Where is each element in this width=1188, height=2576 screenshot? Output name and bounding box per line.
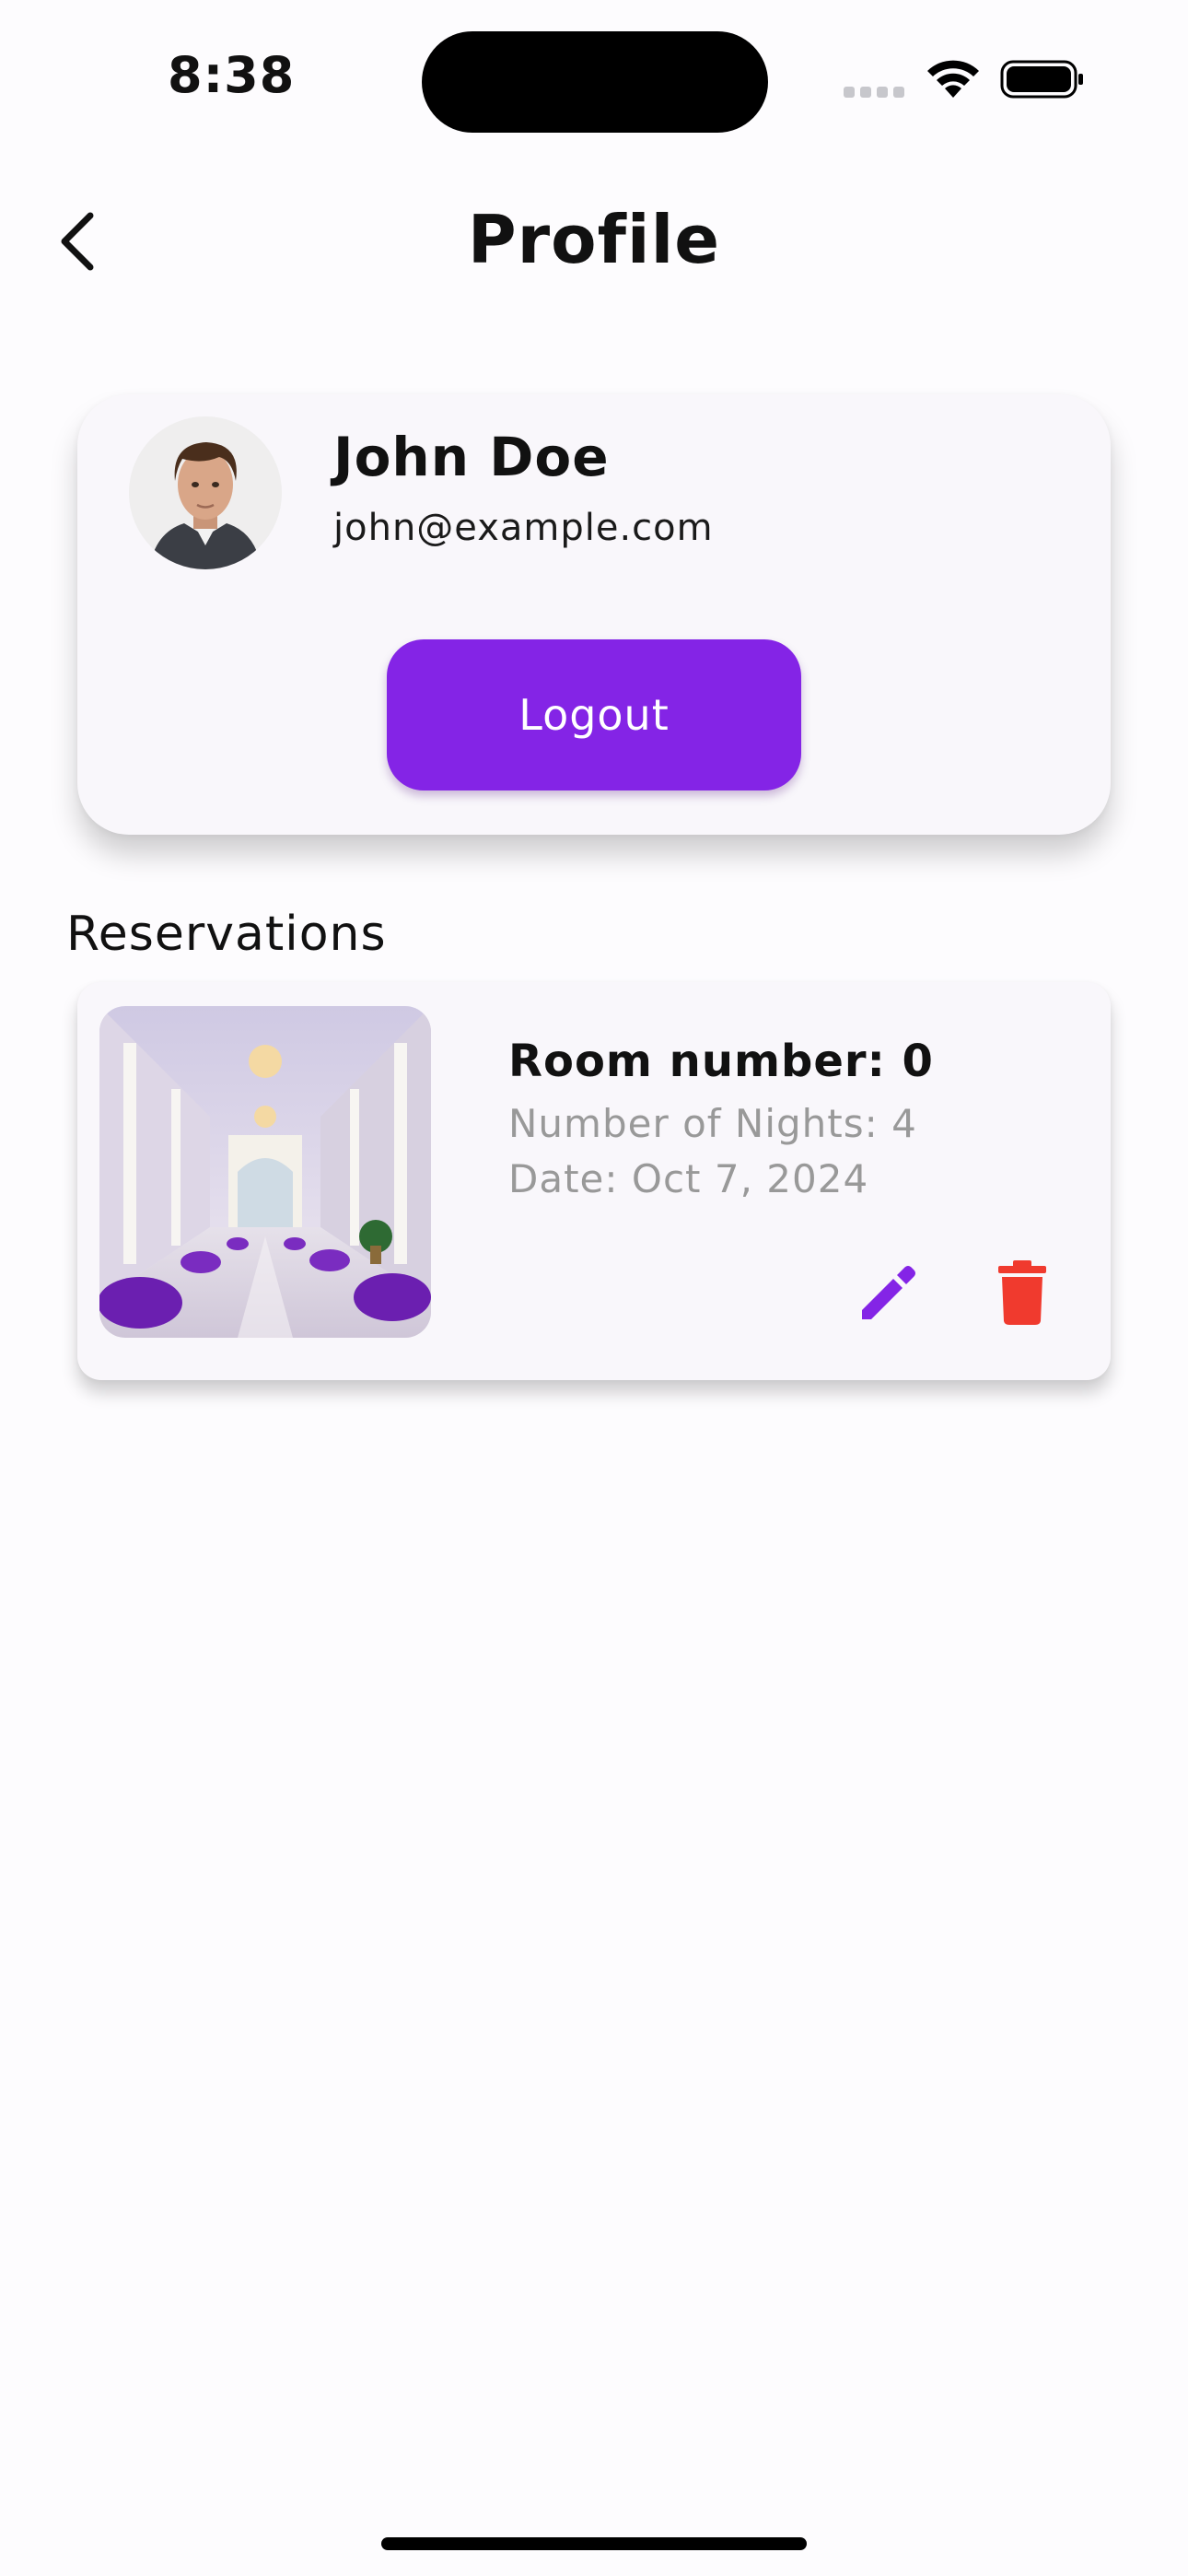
hotel-lobby-image xyxy=(99,1006,431,1338)
room-number: Room number: 0 xyxy=(508,1036,934,1087)
cellular-signal-icon xyxy=(844,79,908,98)
wifi-icon xyxy=(927,60,979,98)
user-name: John Doe xyxy=(333,426,610,488)
pencil-icon[interactable] xyxy=(855,1259,921,1325)
battery-icon xyxy=(1000,60,1083,99)
user-email: john@example.com xyxy=(333,507,714,549)
reservation-date: Date: Oct 7, 2024 xyxy=(508,1156,869,1201)
avatar xyxy=(129,416,282,569)
logout-button[interactable]: Logout xyxy=(387,639,801,790)
home-indicator[interactable] xyxy=(381,2537,807,2550)
trash-icon[interactable] xyxy=(995,1259,1050,1327)
reservations-heading: Reservations xyxy=(66,907,387,962)
number-of-nights: Number of Nights: 4 xyxy=(508,1101,917,1146)
status-time: 8:38 xyxy=(168,46,296,104)
page-title: Profile xyxy=(467,201,721,278)
dynamic-island xyxy=(422,31,768,133)
